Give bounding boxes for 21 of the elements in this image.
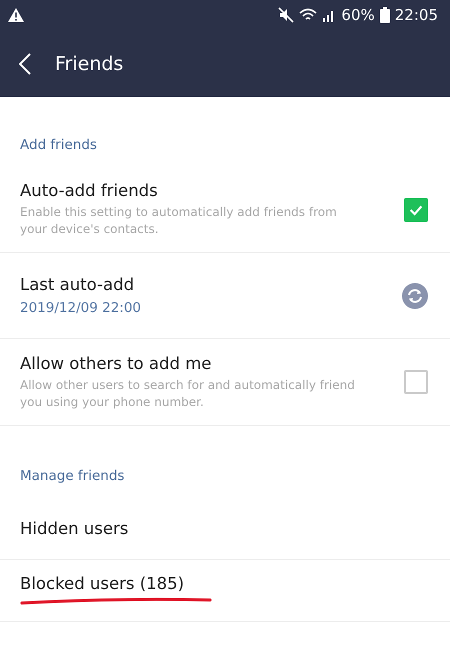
warning-icon [8, 8, 24, 22]
clock: 22:05 [394, 6, 438, 24]
setting-description: Allow other users to search for and automatically friend you using your phone number. [20, 376, 356, 410]
refresh-icon[interactable] [402, 282, 428, 308]
back-icon[interactable] [19, 52, 31, 74]
battery-percentage: 60% [341, 6, 375, 24]
setting-label[interactable]: Last auto-add [20, 275, 134, 294]
wifi-icon [299, 8, 318, 22]
section-heading: Manage friends [19, 468, 126, 486]
mute-icon [278, 7, 294, 23]
setting-label[interactable]: Allow others to add me [20, 354, 212, 373]
setting-label[interactable]: Blocked users (185) [20, 574, 184, 593]
checkbox[interactable] [404, 370, 428, 394]
battery-icon [380, 7, 390, 23]
checkbox[interactable] [404, 198, 428, 222]
setting-label[interactable]: Hidden users [20, 519, 128, 538]
setting-description: Enable this setting to automatically add friends from your device's contacts. [20, 204, 338, 238]
screen-title: Friends [55, 52, 124, 74]
section-heading: Add friends [19, 137, 98, 155]
setting-label[interactable]: Auto-add friends [20, 181, 158, 200]
last-added-time: 2019/12/09 22:00 [20, 300, 142, 316]
